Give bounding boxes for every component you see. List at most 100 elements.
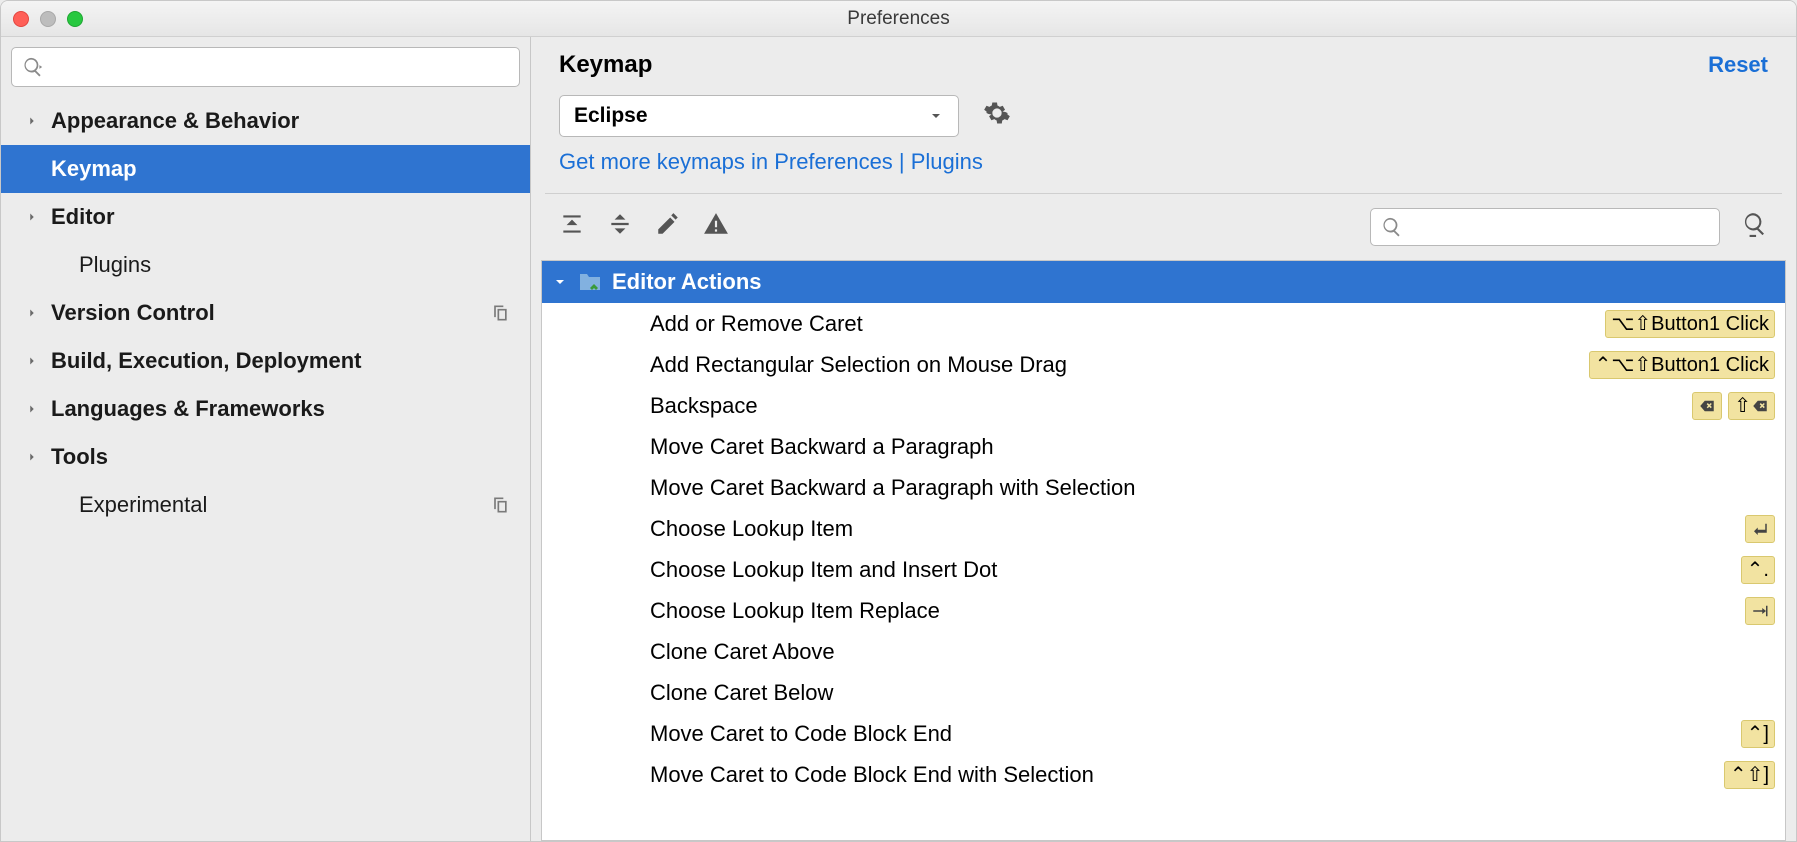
sidebar-item-label: Tools [51, 444, 108, 470]
search-icon [1381, 216, 1403, 238]
action-label: Add Rectangular Selection on Mouse Drag [650, 352, 1583, 378]
main-panel: Keymap Reset Eclipse Get more keymaps in… [531, 37, 1796, 841]
sidebar-item-label: Build, Execution, Deployment [51, 348, 361, 374]
action-row[interactable]: Choose Lookup Item Replace [542, 590, 1785, 631]
action-row[interactable]: Add Rectangular Selection on Mouse Drag⌃… [542, 344, 1785, 385]
action-label: Move Caret to Code Block End with Select… [650, 762, 1718, 788]
sidebar-item-label: Version Control [51, 300, 215, 326]
keymap-select[interactable]: Eclipse [559, 95, 959, 137]
window-body: Appearance & Behavior Keymap Editor Plugins… [1, 37, 1796, 841]
shortcut-group: ⌥⇧Button1 Click [1599, 310, 1775, 338]
collapse-all-icon [607, 211, 633, 237]
shortcut-group: ⌃. [1735, 556, 1775, 584]
find-by-shortcut-icon [1742, 211, 1768, 237]
sidebar: Appearance & Behavior Keymap Editor Plugins… [1, 37, 531, 841]
action-label: Backspace [650, 393, 1686, 419]
shortcut-group [1739, 597, 1775, 625]
sidebar-item-plugins[interactable]: Plugins [1, 241, 530, 289]
shortcut-badge: ⌃] [1741, 720, 1775, 748]
copy-icon [490, 495, 510, 515]
action-search-input[interactable] [1409, 217, 1709, 238]
keymap-options-button[interactable] [983, 99, 1011, 133]
find-action-by-shortcut-button[interactable] [1742, 211, 1768, 243]
edit-shortcut-button[interactable] [655, 211, 681, 243]
shortcut-badge: ⌥⇧Button1 Click [1605, 310, 1775, 338]
sidebar-item-label: Editor [51, 204, 115, 230]
warning-icon [703, 211, 729, 237]
sidebar-item-build-execution-deployment[interactable]: Build, Execution, Deployment [1, 337, 530, 385]
keymap-toolbar [531, 194, 1796, 260]
shortcut-badge: ⌃. [1741, 556, 1775, 584]
action-row[interactable]: Move Caret Backward a Paragraph [542, 426, 1785, 467]
copy-icon [490, 303, 510, 323]
pencil-icon [655, 211, 681, 237]
action-label: Move Caret Backward a Paragraph with Sel… [650, 475, 1775, 501]
tree-group-header[interactable]: Editor Actions [542, 261, 1785, 303]
chevron-right-icon [25, 306, 39, 320]
search-icon [22, 56, 44, 78]
shortcut-badge: ⌃⌥⇧Button1 Click [1589, 351, 1775, 379]
page-title: Keymap [559, 51, 652, 79]
shortcut-badge: ⌃⇧] [1724, 761, 1775, 789]
actions-tree: Editor Actions Add or Remove Caret⌥⇧Butt… [541, 260, 1786, 841]
settings-tree: Appearance & Behavior Keymap Editor Plugins… [1, 97, 530, 841]
shortcut-group: ⇧ [1686, 392, 1775, 420]
action-label: Move Caret Backward a Paragraph [650, 434, 1775, 460]
sidebar-item-version-control[interactable]: Version Control [1, 289, 530, 337]
shortcut-badge [1692, 392, 1722, 420]
settings-search-box[interactable] [11, 47, 520, 87]
conflicts-button[interactable] [703, 211, 729, 243]
sidebar-item-experimental[interactable]: Experimental [1, 481, 530, 529]
action-label: Choose Lookup Item and Insert Dot [650, 557, 1735, 583]
sidebar-item-label: Plugins [79, 252, 151, 278]
shortcut-badge [1745, 597, 1775, 625]
action-row[interactable]: Backspace ⇧ [542, 385, 1785, 426]
sidebar-item-editor[interactable]: Editor [1, 193, 530, 241]
sidebar-item-appearance-behavior[interactable]: Appearance & Behavior [1, 97, 530, 145]
action-row[interactable]: Clone Caret Above [542, 631, 1785, 672]
chevron-down-icon [928, 108, 944, 124]
sidebar-item-languages-frameworks[interactable]: Languages & Frameworks [1, 385, 530, 433]
collapse-all-button[interactable] [607, 211, 633, 243]
action-search-box[interactable] [1370, 208, 1720, 246]
action-row[interactable]: Clone Caret Below [542, 672, 1785, 713]
window-title: Preferences [1, 8, 1796, 30]
sidebar-item-label: Experimental [79, 492, 207, 518]
shortcut-group: ⌃⌥⇧Button1 Click [1583, 351, 1775, 379]
action-label: Add or Remove Caret [650, 311, 1599, 337]
shortcut-group: ⌃⇧] [1718, 761, 1775, 789]
action-label: Clone Caret Below [650, 680, 1775, 706]
action-row[interactable]: Move Caret Backward a Paragraph with Sel… [542, 467, 1785, 508]
preferences-window: Preferences Appearance & Behavior Keymap E… [0, 0, 1797, 842]
chevron-right-icon [25, 450, 39, 464]
expand-all-icon [559, 211, 585, 237]
chevron-right-icon [25, 354, 39, 368]
sidebar-item-label: Languages & Frameworks [51, 396, 325, 422]
action-row[interactable]: Move Caret to Code Block End⌃] [542, 713, 1785, 754]
sidebar-item-label: Appearance & Behavior [51, 108, 299, 134]
gear-icon [983, 99, 1011, 127]
settings-search-input[interactable] [50, 57, 509, 78]
reset-link[interactable]: Reset [1708, 52, 1768, 78]
action-row[interactable]: Choose Lookup Item and Insert Dot⌃. [542, 549, 1785, 590]
expand-all-button[interactable] [559, 211, 585, 243]
shortcut-badge: ⇧ [1728, 392, 1775, 420]
shortcut-group: ⌃] [1735, 720, 1775, 748]
action-row[interactable]: Add or Remove Caret⌥⇧Button1 Click [542, 303, 1785, 344]
sidebar-item-label: Keymap [51, 156, 137, 182]
get-more-keymaps-link[interactable]: Get more keymaps in Preferences | Plugin… [531, 145, 1796, 187]
shortcut-badge [1745, 515, 1775, 543]
titlebar: Preferences [1, 1, 1796, 37]
shortcut-group [1739, 515, 1775, 543]
chevron-right-icon [25, 210, 39, 224]
tree-group-label: Editor Actions [612, 269, 762, 295]
chevron-down-icon [552, 274, 568, 290]
sidebar-item-tools[interactable]: Tools [1, 433, 530, 481]
action-row[interactable]: Choose Lookup Item [542, 508, 1785, 549]
sidebar-item-keymap[interactable]: Keymap [1, 145, 530, 193]
action-label: Move Caret to Code Block End [650, 721, 1735, 747]
action-label: Choose Lookup Item Replace [650, 598, 1739, 624]
keymap-selected-value: Eclipse [574, 104, 648, 128]
action-row[interactable]: Move Caret to Code Block End with Select… [542, 754, 1785, 795]
chevron-right-icon [25, 114, 39, 128]
